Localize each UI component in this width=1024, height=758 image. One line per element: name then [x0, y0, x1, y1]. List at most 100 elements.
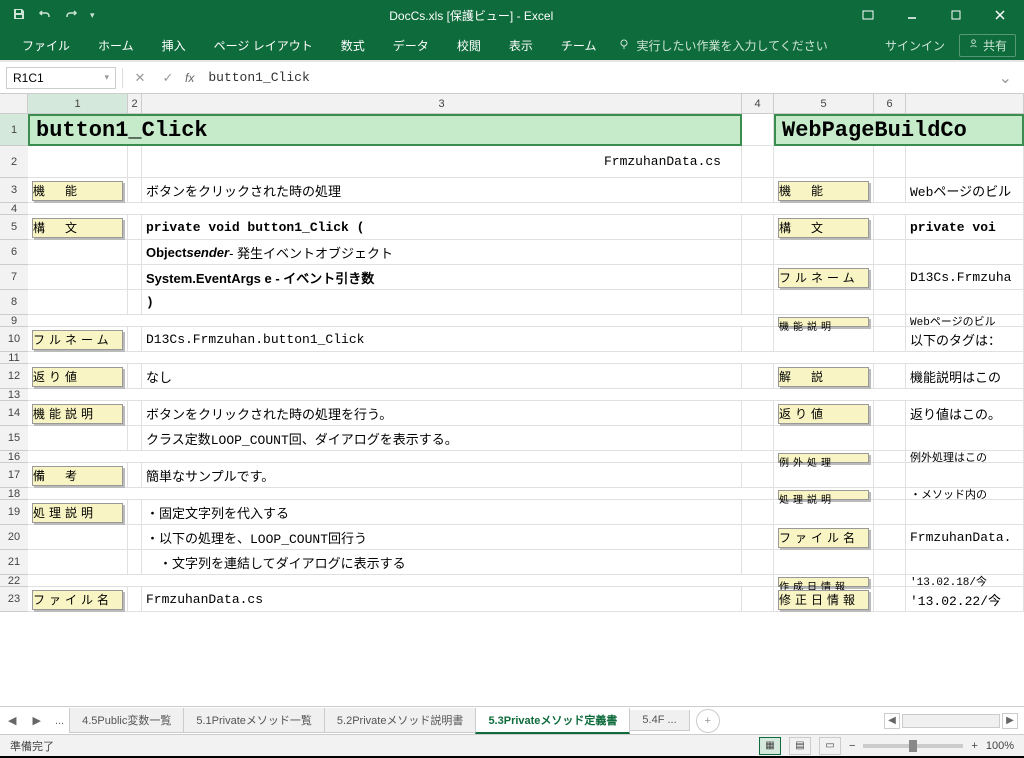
- scroll-right-icon[interactable]: ▶: [1002, 713, 1018, 729]
- ribbon-tab-formulas[interactable]: 数式: [327, 30, 379, 60]
- col-header[interactable]: [906, 94, 1024, 113]
- view-normal-icon[interactable]: ▦: [759, 737, 781, 755]
- row-header[interactable]: 21: [0, 550, 28, 575]
- cell[interactable]: ボタンをクリックされた時の処理: [142, 178, 742, 203]
- ribbon-tab-data[interactable]: データ: [379, 30, 443, 60]
- tell-me[interactable]: 実行したい作業を入力してください: [610, 37, 827, 54]
- row-header[interactable]: 3: [0, 178, 28, 203]
- row-header[interactable]: 19: [0, 500, 28, 525]
- name-box[interactable]: R1C1 ▾: [6, 67, 116, 89]
- filename-top[interactable]: FrmzuhanData.cs: [142, 146, 742, 178]
- label-shorisetsumei[interactable]: 処理説明: [32, 503, 123, 523]
- accept-formula-icon[interactable]: ✓: [157, 70, 179, 86]
- col-header[interactable]: 4: [742, 94, 774, 113]
- ribbon-tab-view[interactable]: 表示: [495, 30, 547, 60]
- select-all-corner[interactable]: [0, 94, 28, 113]
- row-header[interactable]: 13: [0, 389, 28, 401]
- row-header[interactable]: 7: [0, 265, 28, 290]
- row-header[interactable]: 9: [0, 315, 28, 327]
- row-header[interactable]: 1: [0, 114, 28, 146]
- redo-icon[interactable]: [64, 7, 78, 24]
- horizontal-scrollbar[interactable]: ◀ ▶: [884, 713, 1024, 729]
- row-header[interactable]: 8: [0, 290, 28, 315]
- undo-icon[interactable]: [38, 7, 52, 24]
- tab-nav-next-icon[interactable]: ▶: [24, 714, 48, 727]
- label-koubun-b[interactable]: 構 文: [778, 218, 869, 238]
- label-filename[interactable]: ファイル名: [32, 590, 123, 610]
- label-kinou-b[interactable]: 機 能: [778, 181, 869, 201]
- expand-formula-icon[interactable]: ⌄: [993, 68, 1018, 88]
- col-header[interactable]: 6: [874, 94, 906, 113]
- signin-link[interactable]: サインイン: [885, 37, 945, 54]
- view-page-layout-icon[interactable]: ▤: [789, 737, 811, 755]
- row-header[interactable]: 17: [0, 463, 28, 488]
- row-header[interactable]: 10: [0, 327, 28, 352]
- save-icon[interactable]: [12, 7, 26, 24]
- label-sakusei-b[interactable]: 作成日情報: [778, 577, 869, 587]
- sheet-tab[interactable]: 4.5Public変数一覧: [69, 708, 184, 733]
- row-header[interactable]: 14: [0, 401, 28, 426]
- row-header[interactable]: 22: [0, 575, 28, 587]
- row-header[interactable]: 23: [0, 587, 28, 612]
- label-reigai-b[interactable]: 例外処理: [778, 453, 869, 463]
- row-header[interactable]: 4: [0, 203, 28, 215]
- close-button[interactable]: [980, 1, 1020, 29]
- label-kaisetsu-b[interactable]: 解 説: [778, 367, 869, 387]
- title-cell-1[interactable]: button1_Click: [28, 114, 742, 146]
- label-shorisetsumei-b[interactable]: 処理説明: [778, 490, 869, 500]
- tab-nav-prev-icon[interactable]: ◀: [0, 714, 24, 727]
- label-kinousetsumei-b[interactable]: 機能説明: [778, 317, 869, 327]
- row-header[interactable]: 6: [0, 240, 28, 265]
- formula-input[interactable]: button1_Click: [200, 67, 986, 89]
- ribbon-tab-team[interactable]: チーム: [547, 30, 611, 60]
- row-header[interactable]: 11: [0, 352, 28, 364]
- row-header[interactable]: 18: [0, 488, 28, 500]
- ribbon-tab-insert[interactable]: 挿入: [148, 30, 200, 60]
- label-fullname[interactable]: フルネーム: [32, 330, 123, 350]
- label-shusei-b[interactable]: 修正日情報: [778, 590, 869, 610]
- zoom-slider[interactable]: [863, 744, 963, 748]
- fx-icon[interactable]: fx: [185, 71, 194, 85]
- row-header[interactable]: 20: [0, 525, 28, 550]
- col-header[interactable]: 3: [142, 94, 742, 113]
- row-header[interactable]: 5: [0, 215, 28, 240]
- zoom-out-button[interactable]: −: [849, 740, 855, 752]
- ribbon-display-icon[interactable]: [848, 1, 888, 29]
- add-sheet-button[interactable]: +: [696, 709, 720, 733]
- maximize-button[interactable]: [936, 1, 976, 29]
- label-fullname-b[interactable]: フルネーム: [778, 268, 869, 288]
- cancel-formula-icon[interactable]: ✕: [129, 70, 151, 86]
- label-bikou[interactable]: 備 考: [32, 466, 123, 486]
- col-header[interactable]: 5: [774, 94, 874, 113]
- row-header[interactable]: 15: [0, 426, 28, 451]
- label-kinou[interactable]: 機 能: [32, 181, 123, 201]
- tabs-ellipsis[interactable]: ...: [49, 715, 70, 727]
- ribbon-tab-file[interactable]: ファイル: [8, 30, 84, 60]
- sheet-tab[interactable]: 5.4F ...: [629, 710, 689, 731]
- chevron-down-icon[interactable]: ▾: [104, 72, 109, 83]
- label-koubun[interactable]: 構 文: [32, 218, 123, 238]
- row-header[interactable]: 12: [0, 364, 28, 389]
- ribbon-tab-home[interactable]: ホーム: [84, 30, 148, 60]
- row-header[interactable]: 2: [0, 146, 28, 178]
- view-page-break-icon[interactable]: ▭: [819, 737, 841, 755]
- sheet-tab[interactable]: 5.1Privateメソッド一覧: [183, 708, 325, 733]
- col-header[interactable]: 2: [128, 94, 142, 113]
- sheet-tab-active[interactable]: 5.3Privateメソッド定義書: [475, 708, 630, 734]
- row-header[interactable]: 16: [0, 451, 28, 463]
- cells[interactable]: button1_Click WebPageBuildCo FrmzuhanDat…: [28, 114, 1024, 706]
- share-button[interactable]: 共有: [959, 34, 1016, 57]
- sheet-tab[interactable]: 5.2Privateメソッド説明書: [324, 708, 477, 733]
- zoom-in-button[interactable]: +: [971, 740, 977, 752]
- title-cell-2[interactable]: WebPageBuildCo: [774, 114, 1024, 146]
- label-kaerichi-b[interactable]: 返り値: [778, 404, 869, 424]
- label-kaerichi[interactable]: 返り値: [32, 367, 123, 387]
- label-kinousetsumei[interactable]: 機能説明: [32, 404, 123, 424]
- zoom-level[interactable]: 100%: [986, 740, 1014, 752]
- ribbon-tab-review[interactable]: 校閲: [443, 30, 495, 60]
- scroll-left-icon[interactable]: ◀: [884, 713, 900, 729]
- col-header[interactable]: 1: [28, 94, 128, 113]
- label-filename-b[interactable]: ファイル名: [778, 528, 869, 548]
- ribbon-tab-layout[interactable]: ページ レイアウト: [200, 30, 327, 60]
- minimize-button[interactable]: [892, 1, 932, 29]
